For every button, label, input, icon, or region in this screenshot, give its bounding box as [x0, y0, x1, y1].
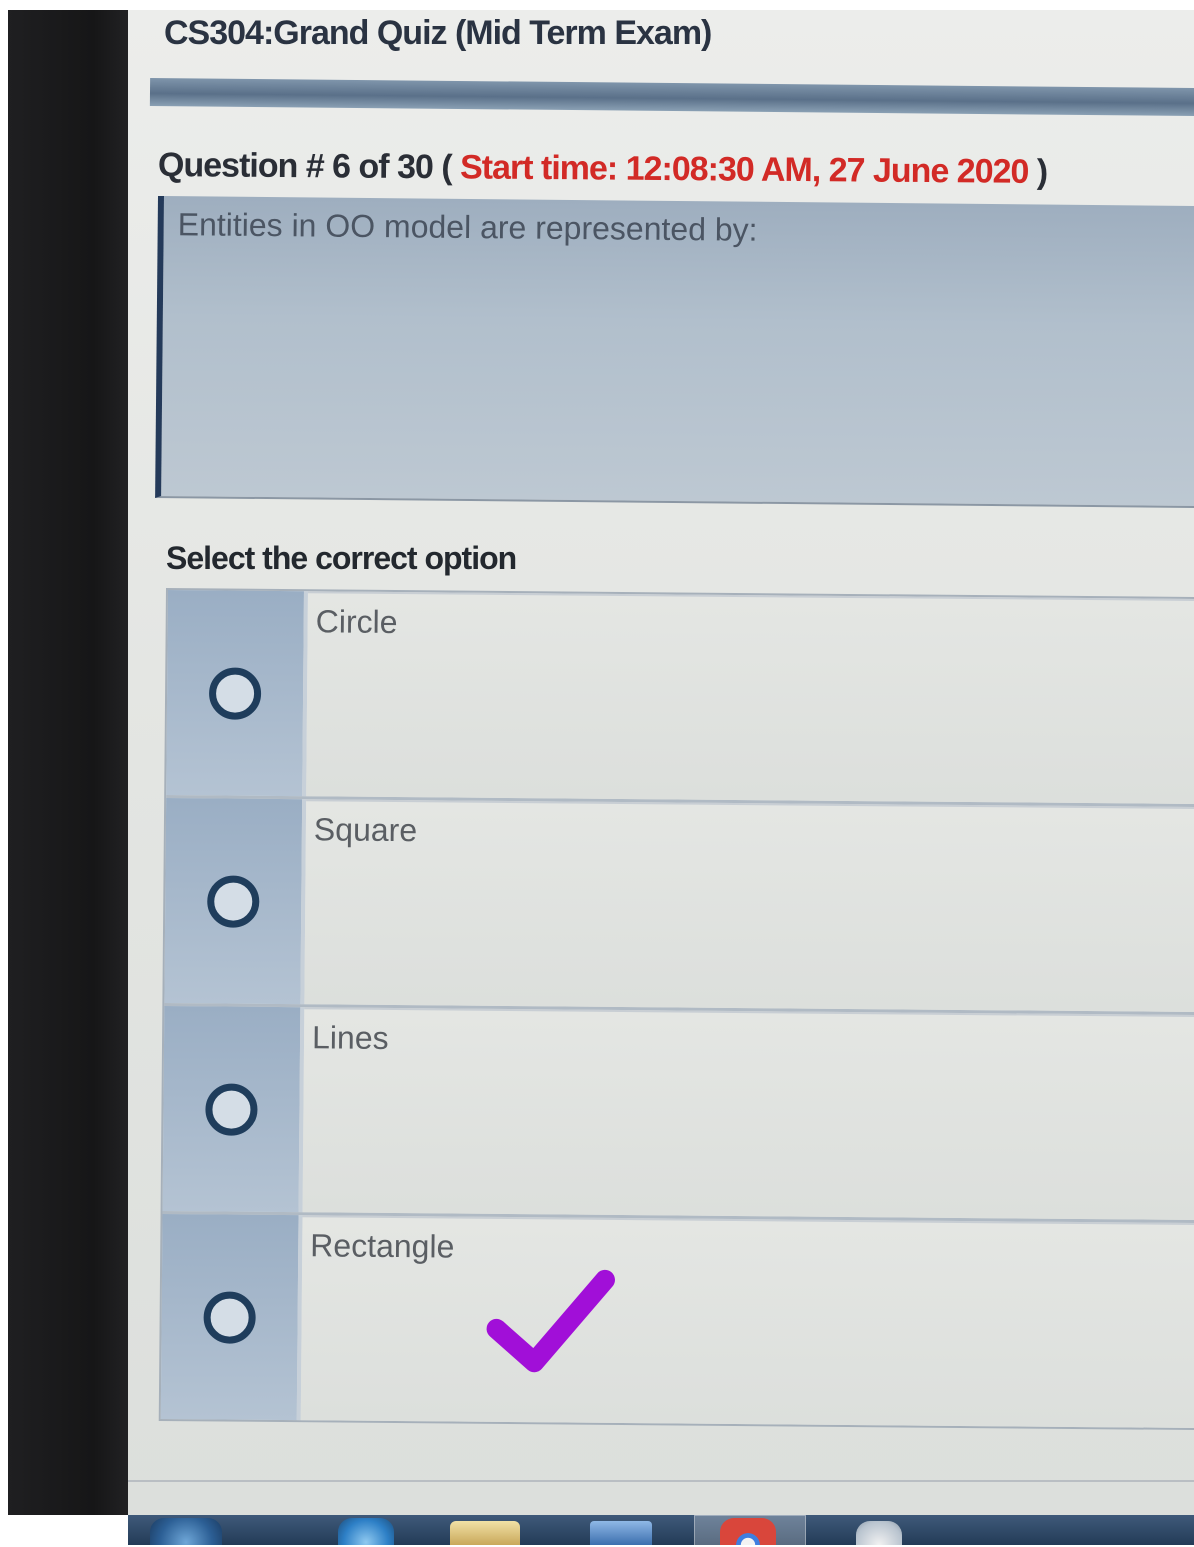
ie-browser-icon[interactable] [338, 1518, 394, 1545]
question-header: Question # 6 of 30 ( Start time: 12:08:3… [158, 146, 1047, 192]
chrome-icon[interactable] [720, 1518, 776, 1545]
start-time: Start time: 12:08:30 AM, 27 June 2020 [459, 148, 1029, 191]
option-text-cell[interactable]: Lines [302, 1007, 1194, 1221]
question-number: Question # 6 of 30 ( [157, 146, 452, 187]
option-row-lines[interactable]: Lines [162, 1006, 1194, 1224]
radio-cell [166, 590, 308, 797]
app-icon[interactable] [590, 1521, 652, 1545]
question-box: Entities in OO model are represented by: [155, 196, 1194, 509]
option-label: Square [313, 811, 418, 849]
option-row-square[interactable]: Square [164, 798, 1194, 1016]
checkmark-icon [486, 1269, 615, 1373]
option-text-cell[interactable]: Rectangle [300, 1215, 1194, 1429]
option-text-cell[interactable]: Circle [306, 591, 1194, 805]
select-option-label: Select the correct option [166, 540, 517, 576]
option-row-circle[interactable]: Circle [166, 590, 1194, 808]
start-orb-icon[interactable] [150, 1518, 222, 1545]
option-text-cell[interactable]: Square [304, 799, 1194, 1013]
radio-cell [164, 798, 307, 1005]
folder-icon[interactable] [450, 1521, 520, 1545]
radio-button-square[interactable] [207, 874, 260, 928]
options-table: Circle Square Lines Rectangle [158, 588, 1194, 1431]
title-divider-bar [149, 78, 1194, 117]
question-text: Entities in OO model are represented by: [177, 206, 758, 248]
option-row-rectangle[interactable]: Rectangle [160, 1213, 1194, 1429]
windows-taskbar [128, 1515, 1194, 1547]
radio-button-rectangle[interactable] [203, 1290, 256, 1344]
option-label: Rectangle [310, 1227, 455, 1265]
radio-cell [160, 1213, 303, 1421]
radio-button-lines[interactable] [205, 1082, 258, 1136]
quiz-page: CS304:Grand Quiz (Mid Term Exam) Questio… [128, 10, 1194, 1515]
question-header-close: ) [1036, 152, 1048, 191]
option-label: Circle [315, 603, 398, 641]
monitor-bezel [8, 10, 130, 1515]
misc-app-icon[interactable] [856, 1521, 902, 1545]
radio-button-circle[interactable] [208, 666, 262, 720]
page-bottom-divider [128, 1480, 1194, 1482]
quiz-title: CS304:Grand Quiz (Mid Term Exam) [164, 14, 712, 52]
radio-cell [162, 1006, 305, 1213]
option-label: Lines [311, 1019, 389, 1056]
